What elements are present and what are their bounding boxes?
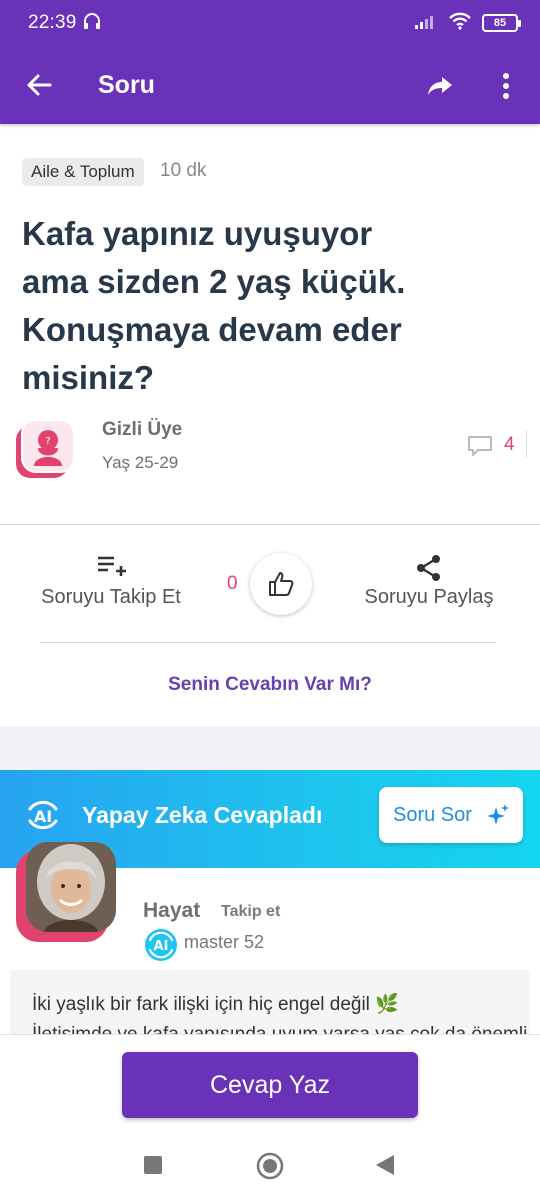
more-vertical-icon xyxy=(503,73,509,99)
answer-text-line: İki yaşlık bir fark ilişki için hiç enge… xyxy=(32,994,399,1015)
sparkle-icon xyxy=(486,804,509,825)
battery-level: 85 xyxy=(493,17,507,29)
comment-count[interactable]: 4 xyxy=(504,434,515,456)
home-nav-icon[interactable] xyxy=(256,1152,284,1180)
status-time: 22:39 xyxy=(28,12,77,33)
answerer-level: master 52 xyxy=(184,932,265,952)
answerer-photo xyxy=(26,842,116,932)
recents-nav-icon[interactable] xyxy=(144,1156,162,1174)
svg-text:AI: AI xyxy=(34,807,52,826)
comment-icon[interactable] xyxy=(466,434,494,458)
divider xyxy=(526,430,527,458)
thumbs-up-icon xyxy=(269,572,294,596)
answerer-name[interactable]: Hayat xyxy=(143,899,200,923)
ask-question-button[interactable]: Soru Sor xyxy=(379,787,523,843)
ask-question-label: Soru Sor xyxy=(393,803,472,826)
battery-icon: 85 xyxy=(482,14,521,32)
wifi-icon xyxy=(448,12,472,35)
question-screen: 22:39 85 Soru Aile & Toplum 10 dk Kafa y… xyxy=(0,0,540,1200)
status-bar: 22:39 85 xyxy=(0,0,540,46)
divider xyxy=(40,642,496,643)
app-bar: Soru xyxy=(0,46,540,124)
ai-logo-icon: AI xyxy=(28,800,58,830)
like-button[interactable] xyxy=(250,553,312,615)
your-answer-link[interactable]: Senin Cevabın Var Mı? xyxy=(0,674,540,696)
svg-text:?: ? xyxy=(45,436,50,447)
share-arrow-icon xyxy=(428,77,452,95)
playlist-add-icon xyxy=(98,556,126,576)
follow-question-button[interactable]: Soruyu Takip Et xyxy=(36,548,186,618)
follow-question-label: Soruyu Takip Et xyxy=(41,586,181,608)
category-chip[interactable]: Aile & Toplum xyxy=(22,158,144,186)
question-time: 10 dk xyxy=(160,160,207,181)
section-separator xyxy=(0,726,540,770)
more-options-button[interactable] xyxy=(486,66,526,106)
back-button[interactable] xyxy=(0,46,78,124)
share-question-button[interactable]: Soruyu Paylaş xyxy=(356,548,502,618)
author-age: Yaş 25-29 xyxy=(102,453,179,472)
share-question-label: Soruyu Paylaş xyxy=(364,586,494,608)
signal-icon xyxy=(414,12,438,35)
follow-answerer-button[interactable]: Takip et xyxy=(221,903,280,921)
anonymous-user-icon: ? xyxy=(16,419,75,478)
ai-banner-title: Yapay Zeka Cevapladı xyxy=(82,802,323,828)
back-nav-icon[interactable] xyxy=(374,1153,396,1177)
share-button[interactable] xyxy=(418,66,462,106)
page-title: Soru xyxy=(98,70,155,99)
svg-text:AI: AI xyxy=(154,939,169,954)
share-icon xyxy=(417,555,440,581)
question-title: Kafa yapınız uyuşuyor ama sizden 2 yaş k… xyxy=(22,215,406,396)
ai-badge-icon: AI xyxy=(145,929,177,961)
author-name[interactable]: Gizli Üye xyxy=(102,419,182,441)
headset-icon xyxy=(83,12,101,35)
write-answer-button[interactable]: Cevap Yaz xyxy=(122,1052,418,1118)
answer-body: İki yaşlık bir fark ilişki için hiç enge… xyxy=(10,970,530,1040)
divider xyxy=(0,524,540,525)
author-avatar[interactable]: ? xyxy=(16,418,76,478)
arrow-left-icon xyxy=(27,74,52,96)
answerer-avatar[interactable] xyxy=(16,842,118,942)
like-count: 0 xyxy=(227,573,238,594)
